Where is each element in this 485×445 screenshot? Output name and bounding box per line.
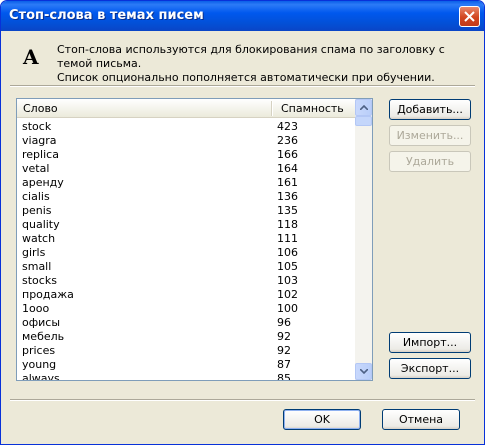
separator bbox=[10, 399, 475, 401]
list-item[interactable]: stocks 103 bbox=[17, 274, 355, 288]
list-item[interactable]: always 85 bbox=[17, 372, 355, 381]
word-cell: viagra bbox=[22, 134, 57, 147]
list-item[interactable]: cialis 136 bbox=[17, 190, 355, 204]
word-cell: офисы bbox=[22, 316, 61, 329]
import-button-label: Импорт... bbox=[402, 336, 458, 349]
score-cell: 92 bbox=[277, 344, 291, 357]
score-cell: 236 bbox=[277, 134, 298, 147]
list-item[interactable]: офисы 96 bbox=[17, 316, 355, 330]
delete-button[interactable]: Удалить bbox=[389, 151, 471, 172]
word-cell: мебель bbox=[22, 330, 65, 343]
word-cell: replica bbox=[22, 148, 59, 161]
list-item[interactable]: viagra 236 bbox=[17, 134, 355, 148]
word-cell: small bbox=[22, 260, 52, 273]
score-cell: 423 bbox=[277, 120, 298, 133]
score-cell: 135 bbox=[277, 204, 298, 217]
ok-button-label: OK bbox=[314, 413, 330, 426]
list-item[interactable]: stock 423 bbox=[17, 120, 355, 134]
import-button[interactable]: Импорт... bbox=[389, 332, 471, 353]
list-item[interactable]: young 87 bbox=[17, 358, 355, 372]
score-cell: 111 bbox=[277, 232, 298, 245]
edit-button-label: Изменить... bbox=[396, 129, 464, 142]
export-button-label: Экспорт... bbox=[400, 362, 460, 375]
scroll-up-button[interactable] bbox=[355, 99, 372, 116]
word-cell: stock bbox=[22, 120, 52, 133]
list-item[interactable]: quality 118 bbox=[17, 218, 355, 232]
add-button[interactable]: Добавить... bbox=[389, 99, 471, 120]
list-item[interactable]: watch 111 bbox=[17, 232, 355, 246]
word-cell: prices bbox=[22, 344, 56, 357]
title-bar[interactable]: Стоп-слова в темах писем bbox=[1, 1, 484, 31]
letter-a-icon: A bbox=[23, 45, 39, 69]
score-cell: 85 bbox=[277, 372, 291, 381]
score-cell: 100 bbox=[277, 302, 298, 315]
list-item[interactable]: мебель 92 bbox=[17, 330, 355, 344]
stopwords-list[interactable]: Слово Спамность stock 423 viagra 236 replica… bbox=[16, 98, 373, 381]
score-cell: 118 bbox=[277, 218, 298, 231]
list-item[interactable]: vetal 164 bbox=[17, 162, 355, 176]
word-cell: cialis bbox=[22, 190, 50, 203]
word-cell: quality bbox=[22, 218, 60, 231]
score-cell: 102 bbox=[277, 288, 298, 301]
window-title: Стоп-слова в темах писем bbox=[9, 8, 204, 23]
description-line-2: Список опционально пополняется автоматич… bbox=[57, 71, 435, 84]
score-cell: 164 bbox=[277, 162, 298, 175]
export-button[interactable]: Экспорт... bbox=[389, 358, 471, 379]
list-item[interactable]: replica 166 bbox=[17, 148, 355, 162]
edit-button[interactable]: Изменить... bbox=[389, 125, 471, 146]
separator bbox=[10, 85, 475, 87]
score-cell: 87 bbox=[277, 358, 291, 371]
stopwords-dialog: Стоп-слова в темах писем A Стоп-слова ис… bbox=[0, 0, 485, 445]
arrow-up-icon bbox=[360, 105, 368, 110]
list-rows: stock 423 viagra 236 replica 166 vetal 164 аренд… bbox=[17, 120, 355, 381]
delete-button-label: Удалить bbox=[405, 155, 455, 168]
close-icon bbox=[464, 11, 475, 22]
word-cell: продажа bbox=[22, 288, 74, 301]
score-cell: 166 bbox=[277, 148, 298, 161]
description-line-1: Стоп-слова используются для блокирования… bbox=[57, 43, 445, 70]
list-item[interactable]: prices 92 bbox=[17, 344, 355, 358]
list-item[interactable]: penis 135 bbox=[17, 204, 355, 218]
list-item[interactable]: аренду 161 bbox=[17, 176, 355, 190]
vertical-scrollbar[interactable] bbox=[355, 99, 372, 380]
add-button-label: Добавить... bbox=[397, 103, 463, 116]
score-cell: 92 bbox=[277, 330, 291, 343]
score-cell: 96 bbox=[277, 316, 291, 329]
cancel-button-label: Отмена bbox=[398, 413, 444, 426]
column-header-word[interactable]: Слово bbox=[23, 102, 58, 115]
score-cell: 136 bbox=[277, 190, 298, 203]
list-item[interactable]: продажа 102 bbox=[17, 288, 355, 302]
list-header: Слово Спамность bbox=[17, 99, 355, 118]
word-cell: girls bbox=[22, 246, 46, 259]
column-header-score[interactable]: Спамность bbox=[281, 102, 344, 115]
word-cell: penis bbox=[22, 204, 52, 217]
list-item[interactable]: small 105 bbox=[17, 260, 355, 274]
column-divider[interactable] bbox=[271, 101, 273, 116]
close-button[interactable] bbox=[459, 6, 480, 27]
word-cell: vetal bbox=[22, 162, 50, 175]
score-cell: 161 bbox=[277, 176, 298, 189]
cancel-button[interactable]: Отмена bbox=[382, 409, 460, 430]
score-cell: 105 bbox=[277, 260, 298, 273]
score-cell: 103 bbox=[277, 274, 298, 287]
word-cell: 1ooo bbox=[22, 302, 50, 315]
scroll-down-button[interactable] bbox=[355, 363, 372, 380]
word-cell: young bbox=[22, 358, 57, 371]
list-item[interactable]: 1ooo 100 bbox=[17, 302, 355, 316]
list-item[interactable]: girls 106 bbox=[17, 246, 355, 260]
score-cell: 106 bbox=[277, 246, 298, 259]
ok-button[interactable]: OK bbox=[283, 409, 361, 430]
word-cell: аренду bbox=[22, 176, 64, 189]
scroll-thumb[interactable] bbox=[355, 116, 372, 126]
word-cell: always bbox=[22, 372, 60, 381]
word-cell: watch bbox=[22, 232, 56, 245]
arrow-down-icon bbox=[360, 369, 368, 374]
word-cell: stocks bbox=[22, 274, 57, 287]
dialog-description: Стоп-слова используются для блокирования… bbox=[57, 43, 477, 85]
